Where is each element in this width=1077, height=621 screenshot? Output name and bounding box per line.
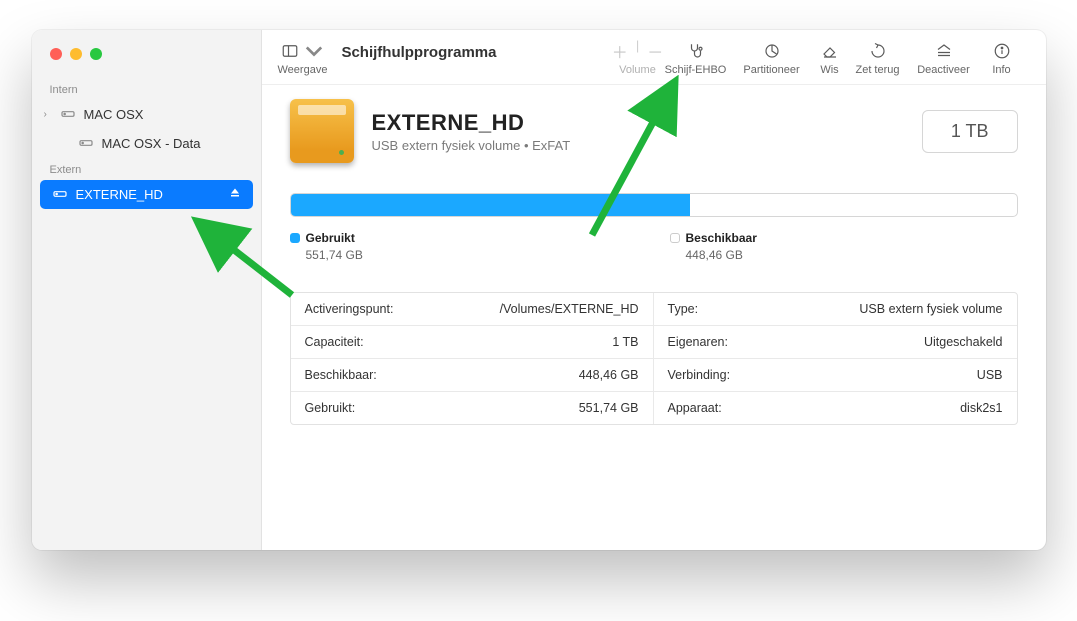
fullscreen-window-button[interactable] <box>90 48 102 60</box>
detail-value: 551,74 GB <box>579 401 639 415</box>
detail-row: Eigenaren: Uitgeschakeld <box>654 325 1017 358</box>
sidebar-item-externe-hd[interactable]: EXTERNE_HD <box>40 180 253 209</box>
volume-name: EXTERNE_HD <box>372 110 571 136</box>
detail-value: USB <box>977 368 1003 382</box>
pie-chart-icon <box>763 40 781 62</box>
sidebar-item-mac-osx[interactable]: › MAC OSX <box>32 100 261 129</box>
detail-row: Verbinding: USB <box>654 358 1017 391</box>
unmount-icon <box>935 40 953 62</box>
toolbar-view-label: Weergave <box>278 64 328 76</box>
detail-value: disk2s1 <box>960 401 1002 415</box>
detail-value: 448,46 GB <box>579 368 639 382</box>
window-controls <box>32 44 261 78</box>
eraser-icon <box>821 40 839 62</box>
detail-value: 1 TB <box>612 335 638 349</box>
toolbar: Weergave Schijfhulpprogramma ＋ | － Volum… <box>262 30 1046 85</box>
toolbar-info[interactable]: Info <box>982 40 1022 76</box>
internal-disk-icon <box>60 105 76 124</box>
volume-header: EXTERNE_HD USB extern fysiek volume • Ex… <box>290 99 1018 163</box>
info-icon <box>993 40 1011 62</box>
detail-key: Capaciteit: <box>305 335 364 349</box>
sidebar-section-internal: Intern <box>32 78 261 100</box>
detail-key: Eigenaren: <box>668 335 728 349</box>
legend-free: Beschikbaar 448,46 GB <box>670 231 970 262</box>
legend-used: Gebruikt 551,74 GB <box>290 231 590 262</box>
usage-legend: Gebruikt 551,74 GB Beschikbaar 448,46 GB <box>290 231 1018 262</box>
toolbar-unmount[interactable]: Deactiveer <box>906 40 982 76</box>
detail-value: /Volumes/EXTERNE_HD <box>500 302 639 316</box>
detail-row: Capaciteit: 1 TB <box>291 325 653 358</box>
details-table: Activeringspunt: /Volumes/EXTERNE_HD Capac… <box>290 292 1018 425</box>
detail-key: Beschikbaar: <box>305 368 377 382</box>
external-drive-icon <box>290 99 354 163</box>
usage-bar <box>290 193 1018 217</box>
usage-bar-used <box>291 194 690 216</box>
stethoscope-icon <box>687 40 705 62</box>
eject-icon[interactable] <box>229 187 241 202</box>
toolbar-partition[interactable]: Partitioneer <box>734 40 810 76</box>
disk-utility-window: Intern › MAC OSX MAC OSX - Data Extern E… <box>32 30 1046 550</box>
toolbar-volume: ＋ | － Volume <box>618 40 658 76</box>
detail-key: Gebruikt: <box>305 401 356 415</box>
sidebar-section-external: Extern <box>32 158 261 180</box>
detail-row: Type: USB extern fysiek volume <box>654 293 1017 325</box>
detail-row: Beschikbaar: 448,46 GB <box>291 358 653 391</box>
chevron-down-icon <box>305 42 323 60</box>
detail-value: Uitgeschakeld <box>924 335 1003 349</box>
detail-key: Verbinding: <box>668 368 731 382</box>
toolbar-volume-label: Volume <box>619 64 656 76</box>
toolbar-erase[interactable]: Wis <box>810 40 850 76</box>
plus-icon[interactable]: ＋ <box>612 39 628 63</box>
disclosure-chevron-icon[interactable]: › <box>44 109 52 120</box>
detail-value: USB extern fysiek volume <box>859 302 1002 316</box>
detail-key: Type: <box>668 302 699 316</box>
detail-key: Activeringspunt: <box>305 302 394 316</box>
main-panel: Weergave Schijfhulpprogramma ＋ | － Volum… <box>262 30 1046 550</box>
content-area: EXTERNE_HD USB extern fysiek volume • Ex… <box>262 85 1046 550</box>
minimize-window-button[interactable] <box>70 48 82 60</box>
detail-row: Gebruikt: 551,74 GB <box>291 391 653 424</box>
sidebar-item-label: MAC OSX - Data <box>102 136 201 151</box>
close-window-button[interactable] <box>50 48 62 60</box>
app-title: Schijfhulpprogramma <box>341 44 496 73</box>
detail-row: Activeringspunt: /Volumes/EXTERNE_HD <box>291 293 653 325</box>
detail-row: Apparaat: disk2s1 <box>654 391 1017 424</box>
toolbar-first-aid[interactable]: Schijf-EHBO <box>658 40 734 76</box>
toolbar-view[interactable]: Weergave <box>278 40 328 76</box>
detail-key: Apparaat: <box>668 401 722 415</box>
sidebar: Intern › MAC OSX MAC OSX - Data Extern E… <box>32 30 262 550</box>
swatch-free <box>670 233 680 243</box>
sidebar-item-mac-osx-data[interactable]: MAC OSX - Data <box>32 129 261 158</box>
sidebar-item-label: EXTERNE_HD <box>76 187 163 202</box>
toolbar-restore[interactable]: Zet terug <box>850 40 906 76</box>
restore-icon <box>869 40 887 62</box>
volume-subtitle: USB extern fysiek volume • ExFAT <box>372 138 571 153</box>
internal-disk-icon <box>78 134 94 153</box>
capacity-badge: 1 TB <box>922 110 1018 153</box>
sidebar-item-label: MAC OSX <box>84 107 144 122</box>
swatch-used <box>290 233 300 243</box>
sidebar-toggle-icon <box>281 40 323 62</box>
external-disk-icon <box>52 185 68 204</box>
